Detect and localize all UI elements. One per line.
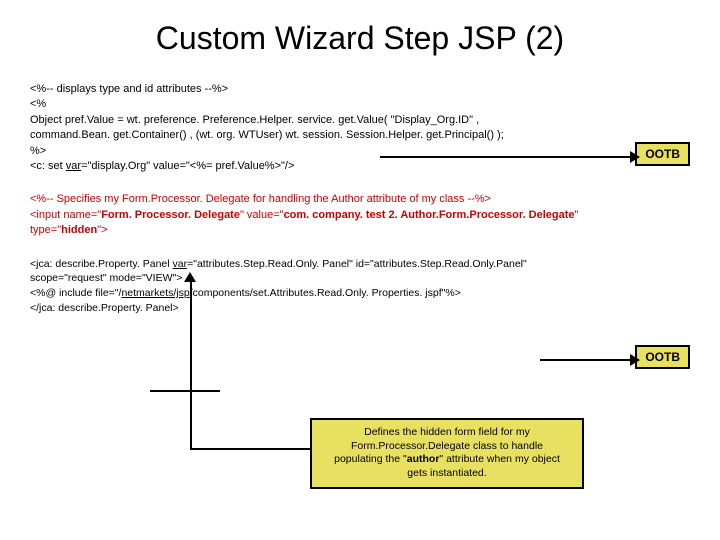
- page-title: Custom Wizard Step JSP (2): [30, 20, 690, 57]
- code-line: command.Bean. get.Container() , (wt. org…: [30, 128, 690, 143]
- code-line: Object pref.Value = wt. preference. Pref…: [30, 113, 690, 128]
- callout-box: Defines the hidden form field for my For…: [310, 418, 584, 489]
- connector-arrowhead: [184, 272, 196, 282]
- code-line: <%-- displays type and id attributes --%…: [30, 82, 690, 97]
- ootb-badge-2: OOTB: [635, 345, 690, 369]
- code-line: <%@ include file="/netmarkets/jsp/compon…: [30, 286, 690, 301]
- callout-line: gets instantiated.: [322, 467, 572, 481]
- arrow-to-badge-1: [380, 151, 640, 163]
- arrow-to-badge-2: [540, 354, 640, 366]
- code-line: scope="request" mode="VIEW">: [30, 271, 690, 286]
- callout-line: populating the "author" attribute when m…: [322, 453, 572, 467]
- code-line: <%: [30, 97, 690, 112]
- connector-v: [190, 280, 192, 448]
- ootb-badge-1: OOTB: [635, 142, 690, 166]
- code-line: type="hidden">: [30, 223, 690, 238]
- code-line: <jca: describe.Property. Panel var="attr…: [30, 257, 690, 272]
- code-line: <input name="Form. Processor. Delegate" …: [30, 208, 690, 223]
- callout-line: Defines the hidden form field for my: [322, 426, 572, 440]
- code-block-2: <%-- Specifies my Form.Processor. Delega…: [30, 192, 690, 238]
- callout-line: Form.Processor.Delegate class to handle: [322, 440, 572, 454]
- code-line: </jca: describe.Property. Panel>: [30, 301, 690, 316]
- code-line: <%-- Specifies my Form.Processor. Delega…: [30, 192, 690, 207]
- code-block-3: <jca: describe.Property. Panel var="attr…: [30, 257, 690, 316]
- connector-h: [190, 448, 310, 450]
- connector-tick: [150, 390, 220, 392]
